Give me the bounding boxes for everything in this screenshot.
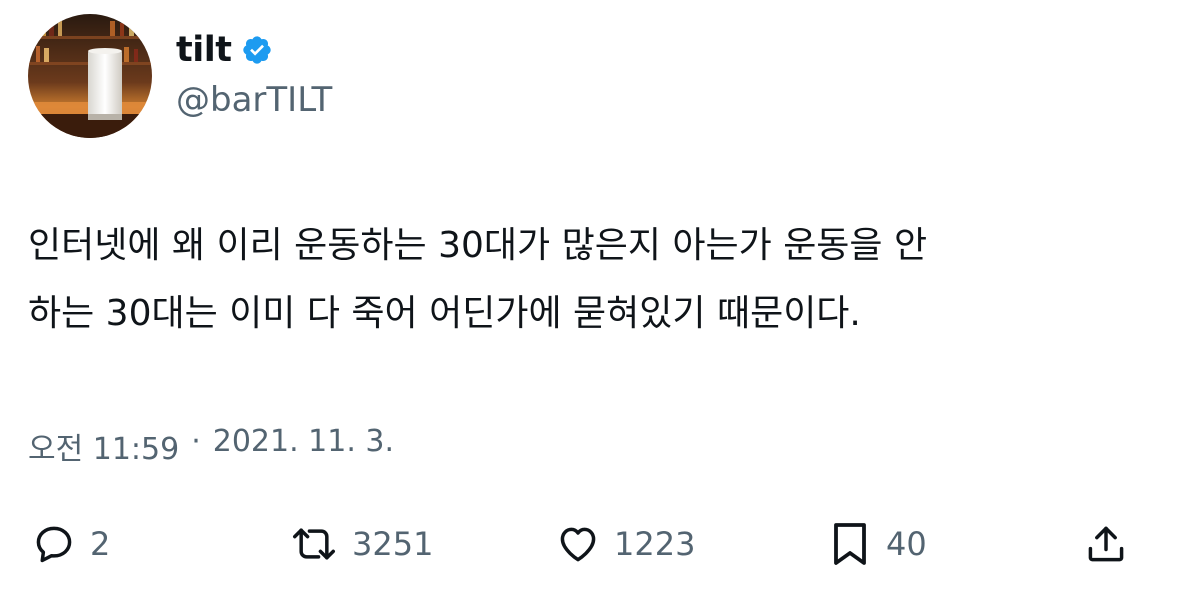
like-count: 1223	[614, 525, 696, 563]
tweet-timestamp[interactable]: 오전 11:59 · 2021. 11. 3.	[28, 424, 394, 468]
speech-bubble-icon	[32, 522, 76, 566]
heart-outline-icon	[556, 522, 600, 566]
author-name-row: tilt	[176, 28, 273, 72]
avatar-image	[28, 14, 152, 138]
author-display-name[interactable]: tilt	[176, 30, 232, 70]
retweet-count: 3251	[352, 525, 434, 563]
retweet-button[interactable]: 3251	[290, 512, 433, 576]
like-button[interactable]: 1223	[556, 512, 695, 576]
bookmark-button[interactable]: 40	[828, 512, 927, 576]
tweet-text: 인터넷에 왜 이리 운동하는 30대가 많은지 아는가 운동을 안 하는 30대…	[28, 212, 1158, 348]
tweet-text-line: 인터넷에 왜 이리 운동하는 30대가 많은지 아는가 운동을 안	[28, 225, 928, 266]
reply-count: 2	[90, 525, 111, 563]
share-button[interactable]	[1084, 512, 1128, 576]
timestamp-separator: ·	[191, 424, 201, 459]
bookmark-outline-icon	[828, 520, 872, 568]
share-upload-icon	[1084, 522, 1128, 566]
tweet-action-bar: 2 3251 1223 40	[0, 512, 1179, 576]
tweet-date: 2021. 11. 3.	[212, 424, 395, 459]
avatar[interactable]	[28, 14, 152, 138]
tweet-text-line: 하는 30대는 이미 다 죽어 어딘가에 묻혀있기 때문이다.	[28, 293, 861, 334]
bookmark-count: 40	[886, 525, 927, 563]
verified-badge-icon	[241, 34, 273, 66]
reply-button[interactable]: 2	[32, 512, 110, 576]
retweet-arrows-icon	[290, 522, 338, 566]
tweet-time: 오전 11:59	[28, 432, 180, 467]
author-handle[interactable]: @barTILT	[176, 80, 332, 120]
